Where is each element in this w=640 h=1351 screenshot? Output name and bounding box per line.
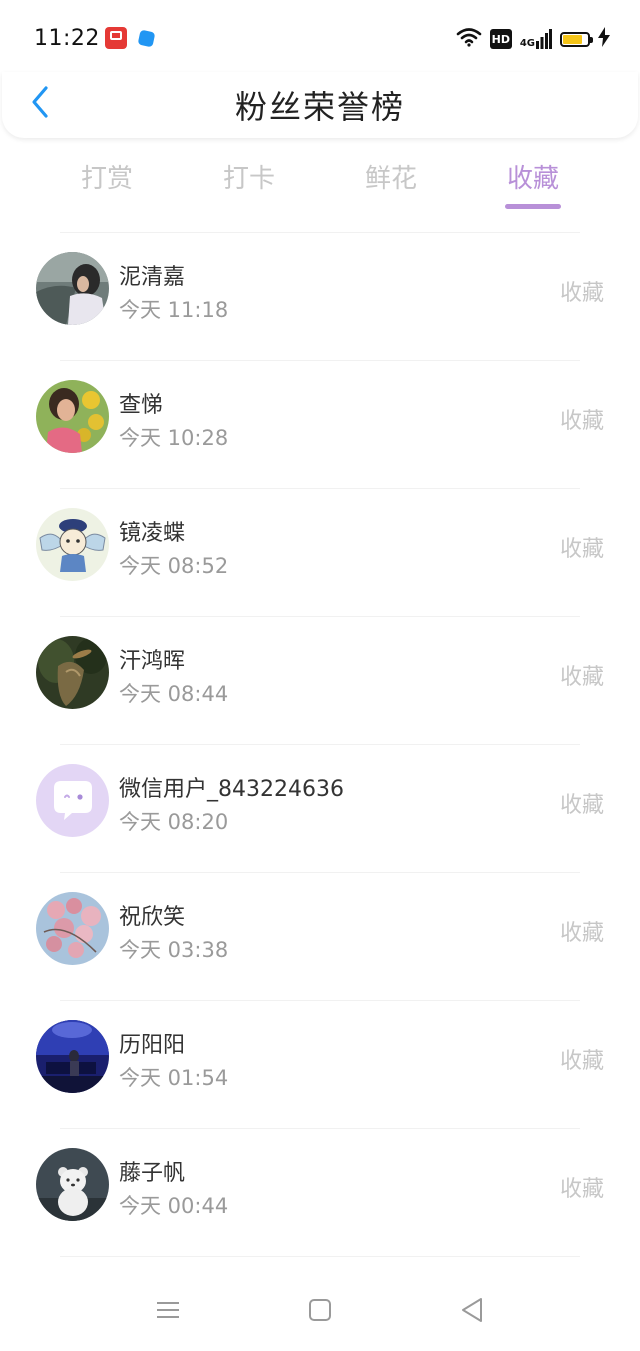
tab-reward[interactable]: 打赏	[36, 158, 178, 212]
menu-icon	[156, 1300, 180, 1324]
status-icons: HD 4G	[456, 27, 610, 51]
system-nav-bar	[0, 1280, 640, 1351]
status-time: 11:22	[34, 26, 100, 51]
back-icon	[460, 1297, 484, 1327]
user-name: 微信用户_843224636	[119, 777, 344, 802]
activity-time: 今天 11:18	[119, 298, 229, 322]
app-notification-icon	[105, 27, 127, 49]
active-tab-indicator	[505, 204, 561, 209]
user-name: 祝欣笑	[119, 905, 186, 930]
list-item[interactable]: 祝欣笑 今天 03:38 收藏	[36, 872, 604, 1000]
tab-label: 打卡	[222, 164, 275, 194]
user-name: 藤子帆	[119, 1161, 186, 1186]
avatar	[36, 636, 109, 709]
list-item[interactable]: 泥清嘉 今天 11:18 收藏	[36, 232, 604, 360]
tab-label: 鲜花	[364, 164, 417, 194]
favorite-action-label: 收藏	[559, 1049, 604, 1074]
status-bar: 11:22 HD 4G	[0, 0, 640, 78]
user-name: 历阳阳	[119, 1033, 186, 1058]
signal-icon: 4G	[520, 29, 552, 49]
avatar	[36, 1020, 109, 1093]
favorite-action-label: 收藏	[559, 1177, 604, 1202]
home-icon	[308, 1298, 332, 1326]
tab-favorites[interactable]: 收藏	[462, 158, 604, 212]
avatar	[36, 764, 109, 837]
activity-time: 今天 10:28	[119, 426, 229, 450]
user-name: 泥清嘉	[119, 265, 186, 290]
list-item[interactable]: 查悌 今天 10:28 收藏	[36, 360, 604, 488]
activity-time: 今天 00:44	[119, 1194, 229, 1218]
tab-label: 收藏	[506, 164, 559, 194]
list-item[interactable]: 藤子帆 今天 00:44 收藏	[36, 1128, 604, 1256]
avatar	[36, 252, 109, 325]
favorite-action-label: 收藏	[559, 409, 604, 434]
activity-time: 今天 08:20	[119, 810, 229, 834]
list-item[interactable]: 镜凌蝶 今天 08:52 收藏	[36, 488, 604, 616]
avatar	[36, 892, 109, 965]
user-name: 镜凌蝶	[119, 521, 186, 546]
header-bar: 粉丝荣誉榜	[2, 72, 638, 138]
home-button[interactable]	[300, 1294, 340, 1330]
activity-time: 今天 01:54	[119, 1066, 229, 1090]
tab-bar: 打赏 打卡 鲜花 收藏	[36, 158, 604, 218]
tab-checkin[interactable]: 打卡	[178, 158, 320, 212]
activity-time: 今天 03:38	[119, 938, 229, 962]
list-item[interactable]: 微信用户_843224636 今天 08:20 收藏	[36, 744, 604, 872]
favorite-action-label: 收藏	[559, 537, 604, 562]
user-name: 查悌	[119, 393, 164, 418]
activity-time: 今天 08:44	[119, 682, 229, 706]
favorite-action-label: 收藏	[559, 793, 604, 818]
tab-label: 打赏	[80, 164, 133, 194]
wifi-icon	[456, 27, 482, 51]
network-type: 4G	[519, 38, 535, 49]
favorite-action-label: 收藏	[559, 665, 604, 690]
activity-time: 今天 08:52	[119, 554, 229, 578]
list-divider	[60, 1256, 580, 1258]
avatar	[36, 508, 109, 581]
battery-icon	[560, 31, 593, 47]
favorite-action-label: 收藏	[559, 281, 604, 306]
app-notification-icon-2	[137, 29, 156, 48]
list-item[interactable]: 历阳阳 今天 01:54 收藏	[36, 1000, 604, 1128]
menu-button[interactable]	[148, 1294, 188, 1330]
page-title: 粉丝荣誉榜	[234, 88, 405, 126]
favorite-action-label: 收藏	[559, 921, 604, 946]
fan-list: 泥清嘉 今天 11:18 收藏 查悌 今天 10:28 收藏 镜凌蝶 今天 08…	[0, 232, 640, 1258]
charging-icon	[598, 27, 610, 51]
avatar	[36, 380, 109, 453]
tab-flowers[interactable]: 鲜花	[320, 158, 462, 212]
user-name: 汗鸿晖	[119, 649, 186, 674]
list-item[interactable]: 汗鸿晖 今天 08:44 收藏	[36, 616, 604, 744]
hd-icon: HD	[489, 29, 512, 49]
avatar	[36, 1148, 109, 1221]
back-nav-button[interactable]	[452, 1294, 492, 1330]
